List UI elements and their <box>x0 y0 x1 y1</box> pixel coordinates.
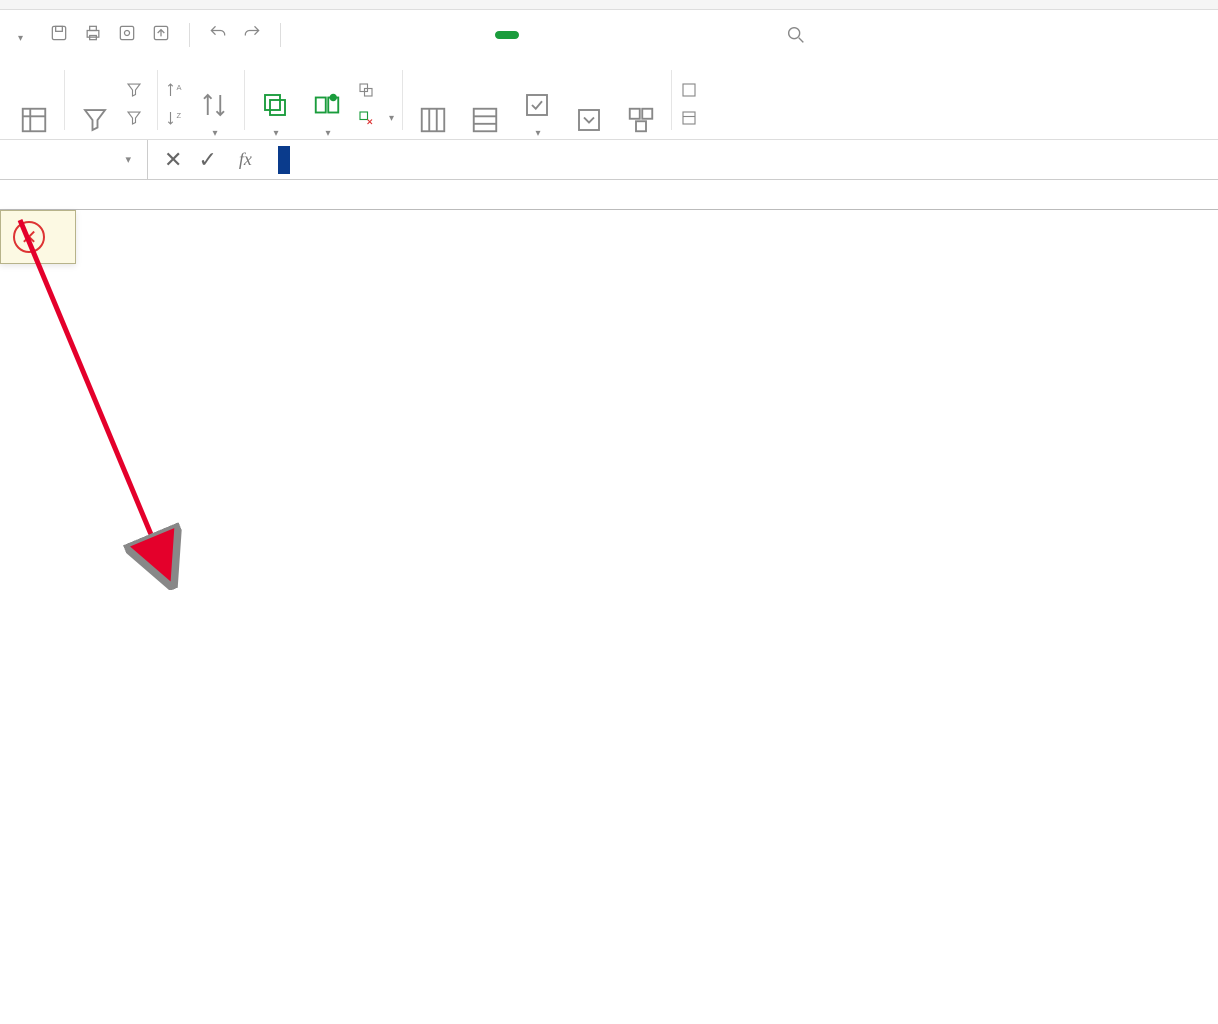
formula-input[interactable] <box>268 140 1218 179</box>
tab-review[interactable] <box>553 31 565 39</box>
find-button[interactable] <box>785 24 813 46</box>
sort-desc-button[interactable]: Z <box>166 109 184 127</box>
save-icon[interactable] <box>49 23 69 48</box>
ribbon: A Z ▾ ▾ ▾ ▾ ▾ <box>0 60 1218 140</box>
tab-insert[interactable] <box>357 31 369 39</box>
tab-home[interactable] <box>311 31 323 39</box>
highlight-duplicates-button[interactable]: ▾ <box>253 69 297 139</box>
flash-fill-button[interactable] <box>463 69 507 139</box>
reapply-button[interactable] <box>125 109 149 127</box>
tab-data[interactable] <box>495 31 519 39</box>
svg-text:A: A <box>177 83 182 92</box>
text-to-columns-button[interactable] <box>411 69 455 139</box>
tab-formulas[interactable] <box>449 31 461 39</box>
print-preview-icon[interactable] <box>117 23 137 48</box>
annotation-arrow <box>0 210 200 590</box>
autofilter-button[interactable] <box>73 69 117 139</box>
show-all-button[interactable] <box>125 81 149 99</box>
reject-duplicate-entry-button[interactable]: ▾ <box>357 109 394 127</box>
ribbon-tabs <box>311 31 749 39</box>
file-menu[interactable]: ▾ <box>6 21 33 50</box>
svg-text:Z: Z <box>177 111 182 120</box>
quick-access-toolbar <box>49 23 285 48</box>
tab-developer[interactable] <box>691 31 703 39</box>
column-headers <box>0 180 1218 210</box>
delete-duplicates-button[interactable] <box>357 81 394 99</box>
consolidate-button[interactable] <box>619 69 663 139</box>
confirm-edit-icon[interactable]: ✓ <box>198 147 216 173</box>
name-box-dropdown-icon: ▾ <box>125 153 131 166</box>
name-box[interactable]: ▾ <box>0 140 148 179</box>
validation-error-tooltip: ✕ <box>0 210 76 264</box>
data-compare-button[interactable]: ▾ <box>305 69 349 139</box>
tab-view[interactable] <box>599 31 611 39</box>
export-icon[interactable] <box>151 23 171 48</box>
redo-icon[interactable] <box>242 23 262 48</box>
search-icon <box>785 24 807 46</box>
record-form-button[interactable] <box>680 109 704 127</box>
tab-special[interactable] <box>737 31 749 39</box>
sort-asc-button[interactable]: A <box>166 81 184 99</box>
tab-page-layout[interactable] <box>403 31 415 39</box>
print-icon[interactable] <box>83 23 103 48</box>
tab-security[interactable] <box>645 31 657 39</box>
worksheet: ▾ ✕ <box>0 180 1218 210</box>
window-tab-strip <box>0 0 1218 10</box>
undo-icon[interactable] <box>208 23 228 48</box>
insert-dropdown-button[interactable] <box>567 69 611 139</box>
sort-button[interactable]: ▾ <box>192 69 236 139</box>
formula-value <box>278 146 290 174</box>
error-icon: ✕ <box>13 221 45 253</box>
pivot-table-button[interactable] <box>12 69 56 139</box>
fx-icon[interactable]: fx <box>239 149 252 170</box>
formula-bar: ▾ ✕ ✓ fx <box>0 140 1218 180</box>
validation-button[interactable]: ▾ <box>515 69 559 139</box>
menu-bar: ▾ <box>0 10 1218 60</box>
whatif-button[interactable] <box>680 81 704 99</box>
cancel-edit-icon[interactable]: ✕ <box>164 147 182 173</box>
